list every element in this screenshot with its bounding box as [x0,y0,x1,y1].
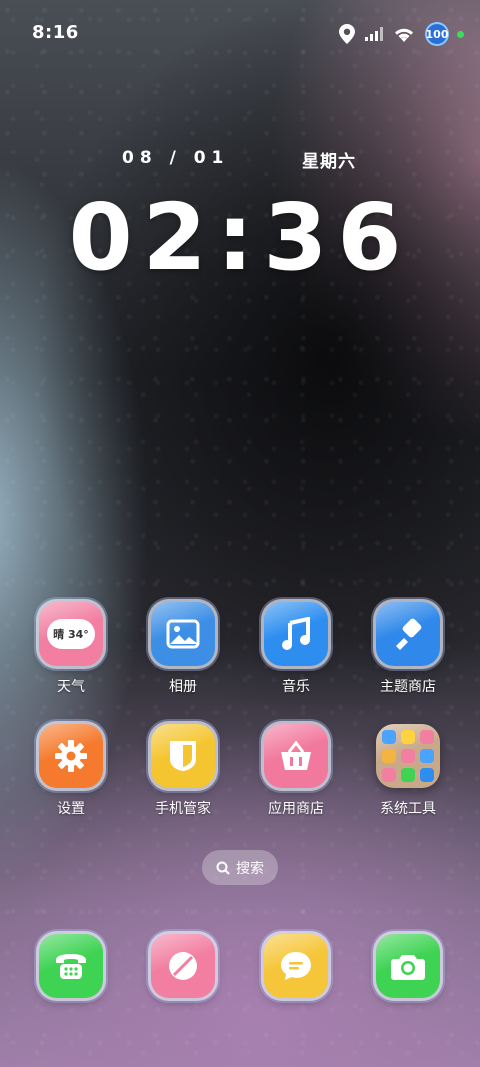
gear-icon [39,724,103,788]
weather-badge: 晴 34° [47,619,95,649]
compass-icon [151,934,215,998]
camera-icon [376,934,440,998]
status-time: 8:16 [32,22,79,43]
message-icon [264,934,328,998]
search-icon [216,861,230,875]
app-app-store[interactable]: 应用商店 [246,724,346,818]
mini-app-icon [382,768,396,782]
app-gallery[interactable]: 相册 [133,602,233,696]
clock-widget[interactable]: 02:36 [0,184,480,291]
privacy-indicator [457,30,464,38]
mini-app-icon [420,749,434,763]
basket-icon [264,724,328,788]
dock-camera[interactable] [358,934,458,998]
status-bar: 8:16 100 [0,0,480,68]
app-label: 设置 [57,801,85,817]
battery-icon: 100 [425,22,449,46]
app-label: 天气 [57,679,85,695]
wallpaper-texture [0,0,480,1067]
signal-icon [365,27,383,41]
search-button[interactable]: 搜索 [202,850,278,885]
search-label: 搜索 [236,860,264,877]
location-icon [339,24,355,44]
app-label: 音乐 [282,679,310,695]
app-phone-manager[interactable]: 手机管家 [133,724,233,818]
app-label: 应用商店 [268,801,324,817]
folder-icon [376,724,440,788]
dock-browser[interactable] [133,934,233,998]
app-label: 相册 [169,679,197,695]
mini-app-icon [382,730,396,744]
mini-app-icon [420,730,434,744]
app-system-tools[interactable]: 系统工具 [358,724,458,818]
wifi-icon [395,28,413,42]
app-label: 系统工具 [380,801,436,817]
folder-grid [382,730,434,782]
dock-phone[interactable] [21,934,121,998]
app-label: 主题商店 [380,679,436,695]
lock-weekday: 星期六 [302,152,356,172]
mini-app-icon [382,749,396,763]
app-music[interactable]: 音乐 [246,602,346,696]
brush-icon [376,602,440,666]
app-settings[interactable]: 设置 [21,724,121,818]
music-icon [264,602,328,666]
lock-date: 08 / 01 [122,148,230,168]
status-icons: 100 [339,20,464,48]
app-theme-store[interactable]: 主题商店 [358,602,458,696]
weather-icon: 晴 34° [39,602,103,666]
mini-app-icon [420,768,434,782]
gallery-icon [151,602,215,666]
mini-app-icon [401,749,415,763]
home-screen: 8:16 100 08 / 01 星期六 02:36 晴 34° 天气 相册 音… [0,0,480,1067]
app-label: 手机管家 [155,801,211,817]
dock-messages[interactable] [246,934,346,998]
phone-icon [39,934,103,998]
mini-app-icon [401,730,415,744]
app-weather[interactable]: 晴 34° 天气 [21,602,121,696]
shield-icon [151,724,215,788]
mini-app-icon [401,768,415,782]
